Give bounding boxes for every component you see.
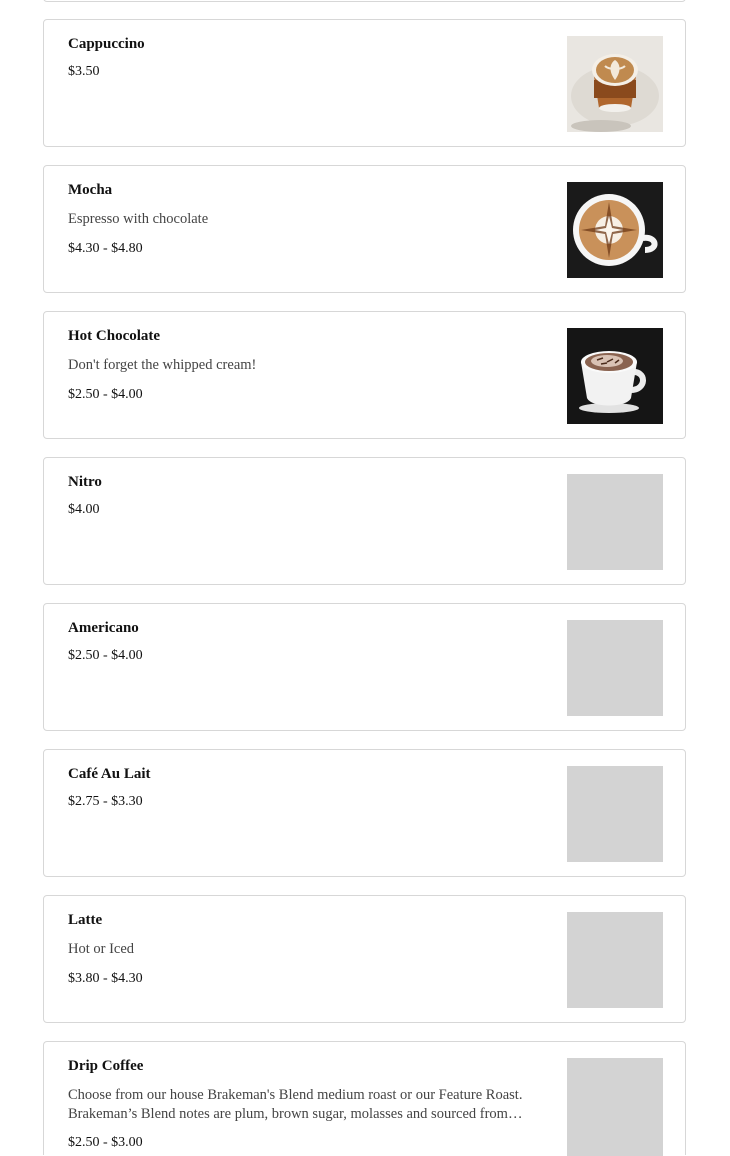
item-description: Don't forget the whipped cream! (68, 357, 257, 373)
image-placeholder (567, 912, 663, 1008)
item-name: Nitro (68, 474, 102, 490)
image-placeholder (567, 620, 663, 716)
cappuccino-photo (567, 36, 663, 132)
item-description: Espresso with chocolate (68, 211, 209, 227)
menu-item-card[interactable]: Americano $2.50 - $4.00 (43, 603, 686, 731)
item-price: $2.50 - $3.00 (68, 1135, 143, 1150)
item-price: $4.00 (68, 502, 100, 517)
menu-item-card[interactable]: Mocha Espresso with chocolate $4.30 - $4… (43, 165, 686, 293)
item-name: Cappuccino (68, 36, 145, 52)
item-price: $2.50 - $4.00 (68, 387, 143, 402)
item-name: Café Au Lait (68, 766, 151, 782)
menu-item-card[interactable]: Hot Chocolate Don't forget the whipped c… (43, 311, 686, 439)
image-placeholder (567, 766, 663, 862)
item-name: Americano (68, 620, 139, 636)
item-description: Hot or Iced (68, 941, 135, 957)
image-placeholder (567, 474, 663, 570)
item-price: $2.50 - $4.00 (68, 648, 143, 663)
menu-item-card[interactable]: Cappuccino $3.50 (43, 19, 686, 147)
mocha-photo (567, 182, 663, 278)
menu-item-card[interactable]: Latte Hot or Iced $3.80 - $4.30 (43, 895, 686, 1023)
image-placeholder (567, 1058, 663, 1156)
menu-item-card[interactable]: Nitro $4.00 (43, 457, 686, 585)
item-price: $2.75 - $3.30 (68, 794, 143, 809)
item-name: Latte (68, 912, 103, 928)
item-price: $3.50 (68, 64, 100, 79)
item-name: Hot Chocolate (68, 328, 161, 344)
item-description: Choose from our house Brakeman's Blend m… (68, 1087, 523, 1122)
item-name: Mocha (68, 182, 113, 198)
item-price: $3.80 - $4.30 (68, 971, 143, 986)
item-price: $4.30 - $4.80 (68, 241, 143, 256)
hot-chocolate-photo (567, 328, 663, 424)
item-name: Drip Coffee (68, 1058, 144, 1074)
menu-item-card[interactable]: Drip Coffee Choose from our house Brakem… (43, 1041, 686, 1156)
menu-item-card[interactable]: Café Au Lait $2.75 - $3.30 (43, 749, 686, 877)
menu-item-card-partial (43, 0, 686, 2)
